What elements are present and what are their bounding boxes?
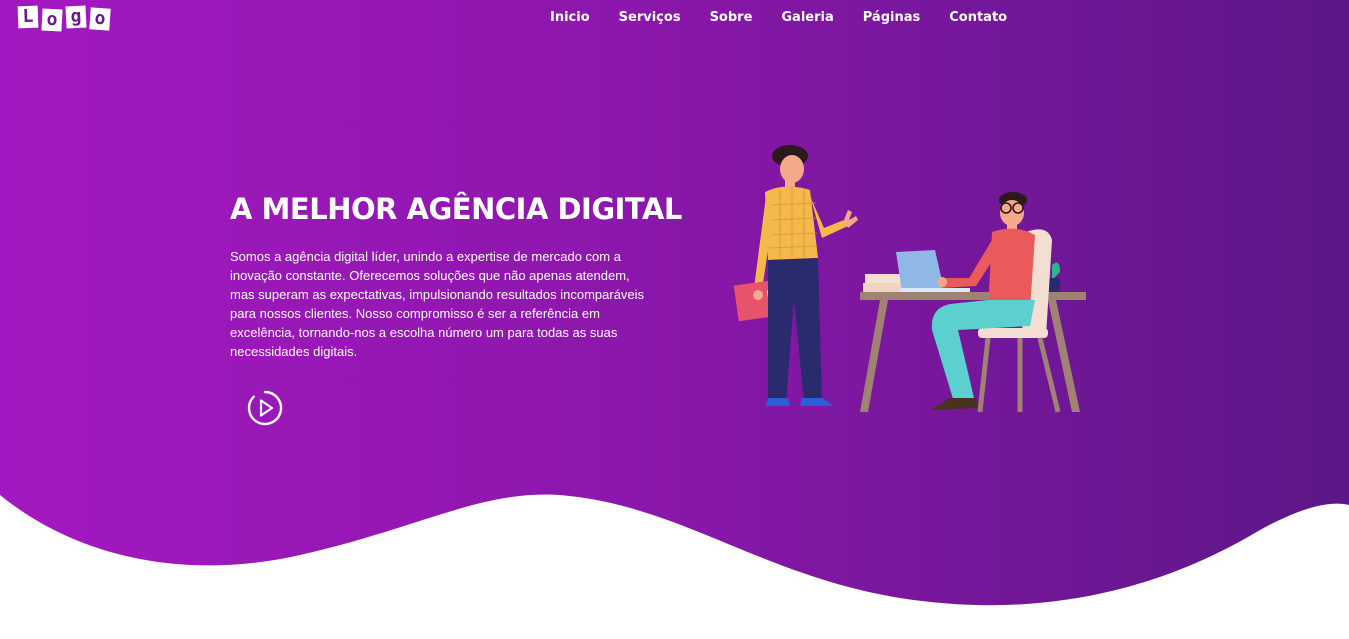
logo-letter: g bbox=[65, 5, 87, 29]
play-circle-icon bbox=[247, 390, 283, 426]
nav-link-sobre[interactable]: Sobre bbox=[710, 10, 753, 25]
hero-description: Somos a agência digital líder, unindo a … bbox=[230, 249, 645, 359]
logo-letter: o bbox=[41, 8, 63, 32]
logo-letter: L bbox=[17, 5, 39, 29]
nav-link-inicio[interactable]: Inicio bbox=[550, 10, 590, 25]
play-video-button[interactable] bbox=[246, 389, 284, 427]
hero-section: L o g o Inicio Serviços Sobre Galeria Pá… bbox=[0, 0, 1349, 639]
nav-link-contato[interactable]: Contato bbox=[949, 10, 1007, 25]
nav-link-servicos[interactable]: Serviços bbox=[619, 10, 681, 25]
office-illustration bbox=[733, 145, 1086, 413]
logo-letter: o bbox=[89, 7, 111, 31]
nav-link-paginas[interactable]: Páginas bbox=[863, 10, 920, 25]
main-nav: Inicio Serviços Sobre Galeria Páginas Co… bbox=[550, 10, 1007, 25]
logo[interactable]: L o g o bbox=[17, 5, 111, 32]
nav-link-galeria[interactable]: Galeria bbox=[781, 10, 833, 25]
hero-wave-divider bbox=[0, 494, 1349, 639]
hero-title: A MELHOR AGÊNCIA DIGITAL bbox=[230, 192, 682, 226]
standing-person-figure bbox=[733, 145, 858, 406]
